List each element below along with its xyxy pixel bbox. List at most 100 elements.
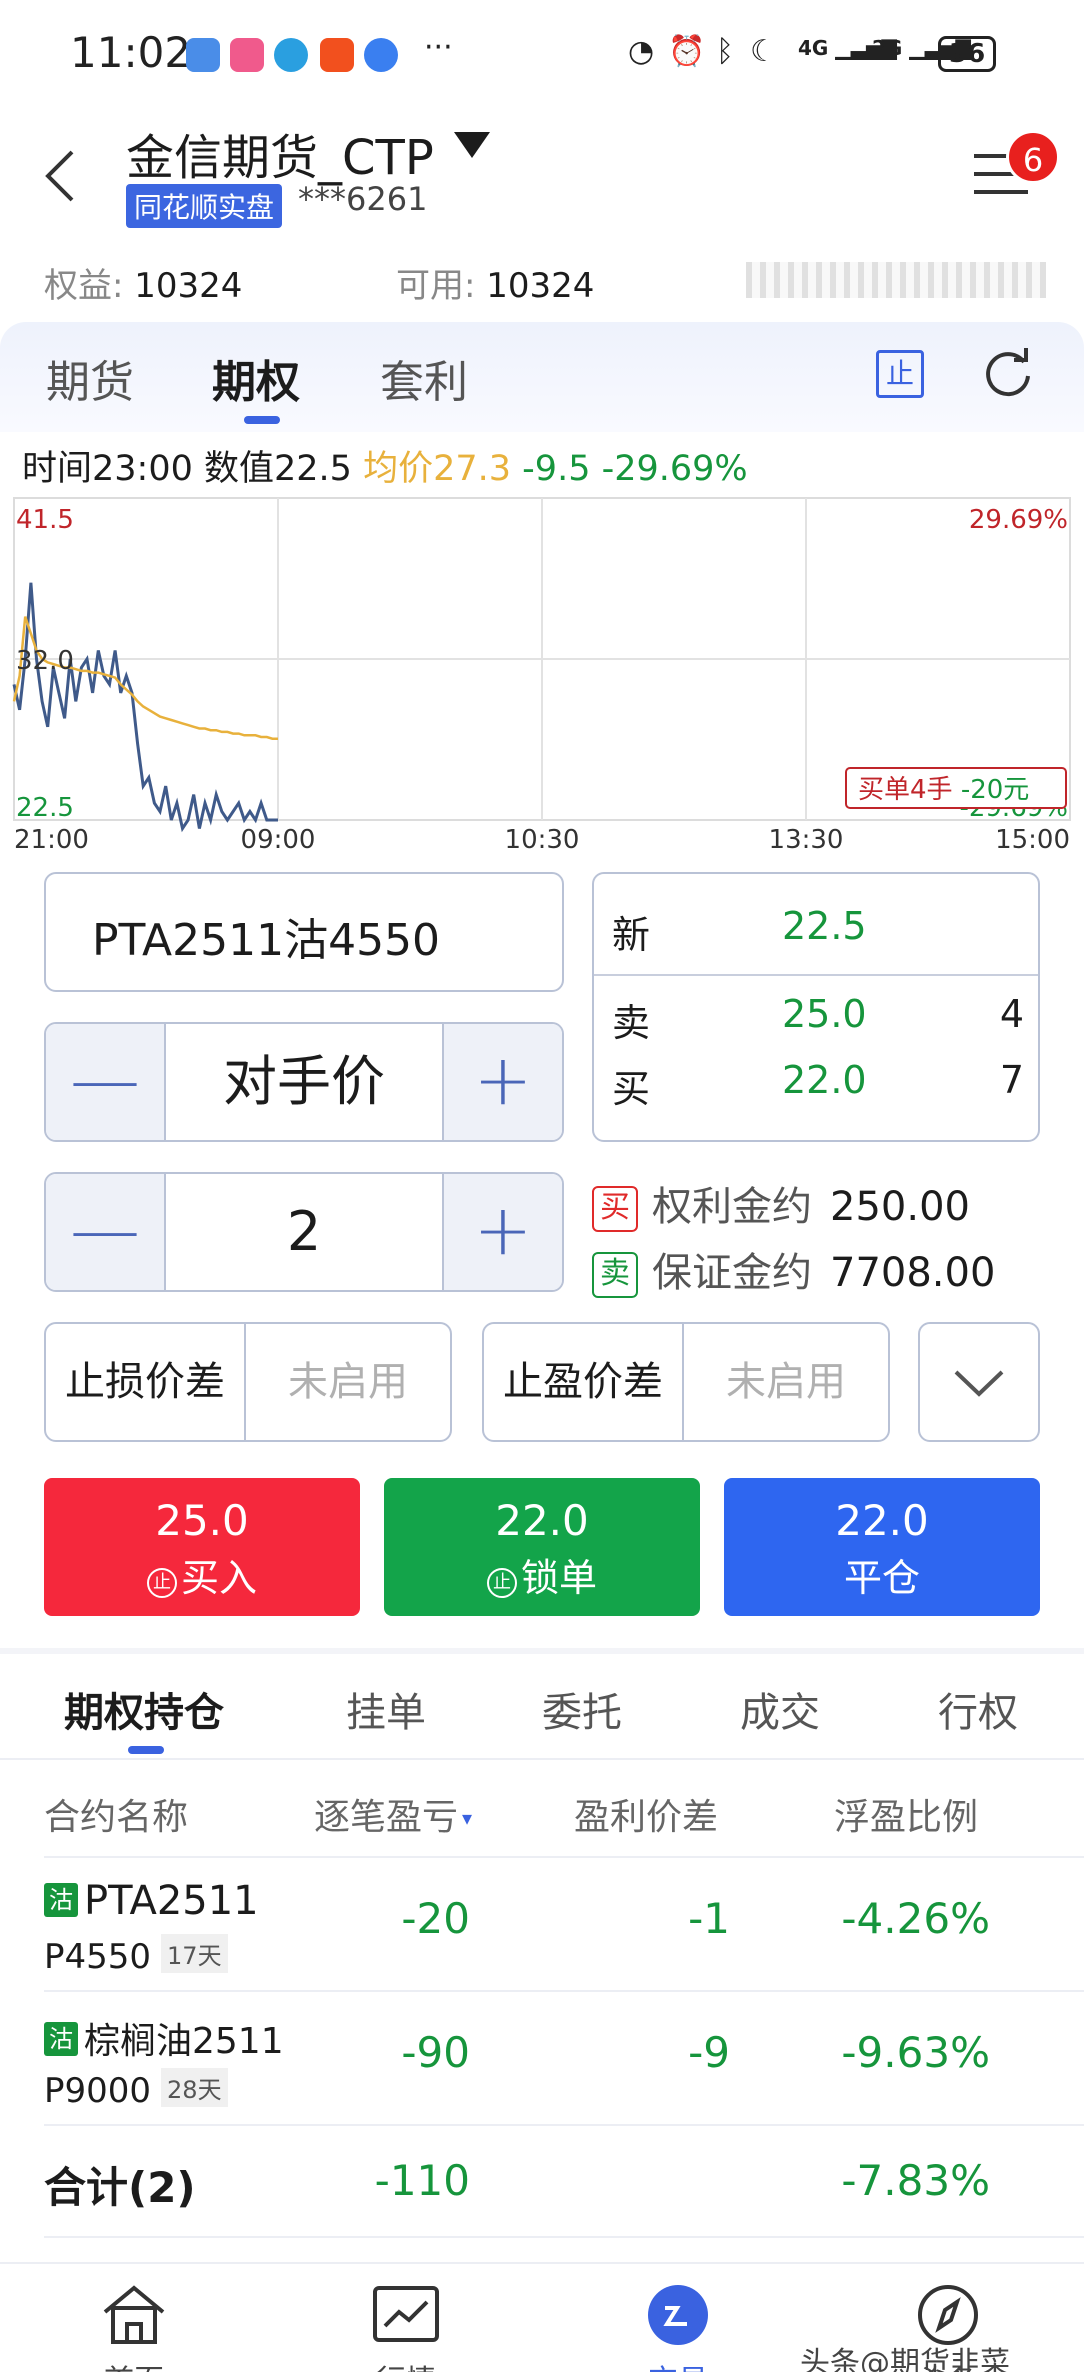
stop-loss-value[interactable]: 未启用	[246, 1324, 450, 1440]
position-ratio: -4.26%	[841, 1894, 990, 1943]
nav-market[interactable]: 行情	[346, 2284, 466, 2372]
col-trade-pnl-label: 逐笔盈亏	[314, 1797, 459, 1838]
row-divider	[44, 1856, 1084, 1858]
close-price: 22.0	[835, 1496, 929, 1545]
lock-label: 锁单	[520, 1556, 597, 1600]
col-trade-pnl[interactable]: 逐笔盈亏 ▾	[314, 1788, 472, 1840]
price-line	[12, 582, 278, 833]
chart-change-pct: -29.69%	[601, 449, 748, 489]
account-number: ***6261	[298, 180, 428, 218]
stop-loss-field[interactable]: 止损价差 未启用	[44, 1322, 452, 1442]
chart-series	[12, 582, 278, 833]
intraday-chart[interactable]: 41.532.022.529.69%-29.69%21:0009:0010:30…	[0, 490, 1084, 850]
sort-icon: ▾	[462, 1806, 473, 1830]
tab-pending-orders[interactable]: 挂单	[346, 1680, 426, 1738]
price-minus-button[interactable]: —	[46, 1024, 166, 1140]
stop-loss-label: 止损价差	[46, 1324, 246, 1440]
margin-value: 7708.00	[830, 1250, 996, 1296]
position-pnl: -90	[401, 2028, 470, 2077]
buy-label: 买入	[180, 1556, 257, 1600]
tab-divider	[0, 1758, 1084, 1760]
position-name: PTA2511	[84, 1878, 259, 1924]
status-time: 11:02	[70, 28, 192, 77]
quantity-minus-button[interactable]: —	[46, 1174, 166, 1290]
section-divider	[0, 1648, 1084, 1654]
product-tab-bar: 期货 期权 套利 止	[0, 322, 1084, 432]
tab-futures[interactable]: 期货	[46, 346, 134, 410]
y-tick-label: 41.5	[16, 505, 74, 535]
ask-price[interactable]: 25.0	[782, 992, 867, 1036]
premium-buy-tag: 买	[592, 1186, 638, 1232]
premium-label: 权利金约	[652, 1184, 812, 1230]
positions-tab-indicator	[128, 1746, 164, 1754]
tab-options[interactable]: 期权	[212, 346, 300, 410]
status-more-icon: ···	[424, 30, 453, 65]
chart-info-line: 时间23:00 数值22.5 均价27.3 -9.5 -29.69%	[22, 440, 748, 491]
last-price-value: 22.5	[782, 904, 867, 948]
position-name: 棕榈油2511	[84, 2021, 284, 2062]
position-strike: P4550	[44, 1937, 152, 1977]
position-ratio: -9.63%	[841, 2028, 990, 2077]
available-value: 10324	[486, 266, 595, 306]
tab-option-positions[interactable]: 期权持仓	[64, 1680, 224, 1738]
margin-sell-tag: 卖	[592, 1252, 638, 1298]
chart-change: -9.5	[522, 449, 591, 489]
chevron-down-icon	[954, 1370, 1004, 1397]
put-tag: 沽	[44, 2022, 78, 2056]
row-divider	[44, 2236, 1084, 2238]
moon-icon: ☾	[750, 34, 777, 69]
nav-trade[interactable]: 交易	[618, 2284, 738, 2372]
bid-price[interactable]: 22.0	[782, 1058, 867, 1102]
battery-icon: 36	[938, 36, 997, 72]
quote-panel: 新 22.5 卖 25.0 4 买 22.0 7	[592, 872, 1040, 1142]
row-divider	[44, 1990, 1084, 1992]
tab-exercise[interactable]: 行权	[938, 1680, 1018, 1738]
app-pink-icon	[230, 38, 264, 72]
app-chart-icon	[186, 38, 220, 72]
price-mode[interactable]: 对手价	[166, 1024, 442, 1140]
premium-value: 250.00	[830, 1184, 970, 1230]
total-ratio: -7.83%	[841, 2156, 990, 2205]
days-to-expiry: 17天	[161, 1934, 228, 1973]
lock-button[interactable]: 22.0 止锁单	[384, 1478, 700, 1616]
bluetooth-icon: ᛒ	[716, 34, 734, 69]
compass-icon	[918, 2285, 978, 2345]
quantity-stepper: — 2 +	[44, 1172, 564, 1292]
watermark: 头条@期货韭菜	[800, 2346, 1010, 2372]
nav-home[interactable]: 首页	[74, 2284, 194, 2372]
app-music-icon	[364, 38, 398, 72]
ask-volume: 4	[999, 992, 1024, 1036]
quantity-value[interactable]: 2	[166, 1174, 442, 1290]
chart-value: 数值22.5	[204, 449, 352, 489]
shield-icon: 止	[486, 1568, 517, 1598]
contract-name: PTA2511沽4550	[92, 915, 441, 966]
account-title[interactable]: 金信期货_CTP	[126, 118, 434, 188]
tab-orders[interactable]: 委托	[542, 1680, 622, 1738]
x-tick-label: 13:30	[769, 825, 844, 850]
trade-annotation-text: 买单4手 -20元	[858, 775, 1029, 805]
margin-estimate: 卖保证金约 7708.00	[592, 1240, 995, 1298]
take-profit-field[interactable]: 止盈价差 未启用	[482, 1322, 890, 1442]
contract-selector[interactable]: PTA2511沽4550	[44, 872, 564, 992]
row-divider	[44, 2124, 1084, 2126]
nav-home-label: 首页	[74, 2356, 194, 2372]
price-plus-button[interactable]: +	[442, 1024, 562, 1140]
take-profit-value[interactable]: 未启用	[684, 1324, 888, 1440]
close-position-button[interactable]: 22.0 平仓	[724, 1478, 1040, 1616]
x-tick-label: 09:00	[241, 825, 316, 850]
tab-trades[interactable]: 成交	[740, 1680, 820, 1738]
position-pnl: -20	[401, 1894, 470, 1943]
dropdown-triangle-icon[interactable]	[452, 130, 492, 160]
bid-label: 买	[612, 1067, 651, 1111]
bid-volume: 7	[999, 1058, 1024, 1102]
quantity-plus-button[interactable]: +	[442, 1174, 562, 1290]
expand-options-button[interactable]	[918, 1322, 1040, 1442]
tab-arbitrage[interactable]: 套利	[380, 346, 468, 410]
stop-order-icon[interactable]: 止	[876, 350, 924, 398]
quote-divider	[594, 974, 1038, 976]
refresh-icon[interactable]	[980, 346, 1036, 402]
back-icon[interactable]	[38, 146, 88, 206]
buy-button[interactable]: 25.0 止买入	[44, 1478, 360, 1616]
y-tick-label: 22.5	[16, 793, 74, 823]
put-tag: 沽	[44, 1883, 78, 1917]
